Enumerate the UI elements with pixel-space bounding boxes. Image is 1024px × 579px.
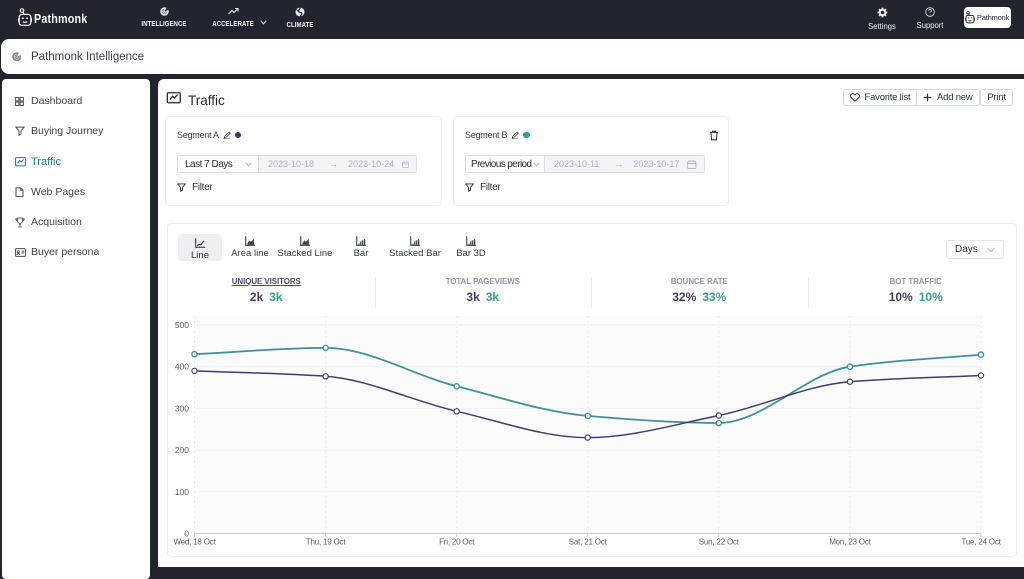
svg-text:500: 500 (175, 320, 189, 330)
svg-text:Thu, 19 Oct: Thu, 19 Oct (306, 538, 347, 547)
svg-text:Wed, 18 Oct: Wed, 18 Oct (173, 538, 216, 547)
svg-text:100: 100 (175, 487, 189, 497)
svg-text:300: 300 (175, 403, 189, 413)
svg-text:Sun, 22 Oct: Sun, 22 Oct (699, 538, 740, 547)
svg-text:Mon, 23 Oct: Mon, 23 Oct (829, 538, 871, 547)
svg-text:Tue, 24 Oct: Tue, 24 Oct (961, 538, 1001, 547)
svg-text:Sat, 21 Oct: Sat, 21 Oct (569, 538, 608, 547)
svg-text:200: 200 (175, 445, 189, 455)
svg-text:Fri, 20 Oct: Fri, 20 Oct (439, 538, 475, 547)
svg-text:400: 400 (175, 362, 189, 372)
